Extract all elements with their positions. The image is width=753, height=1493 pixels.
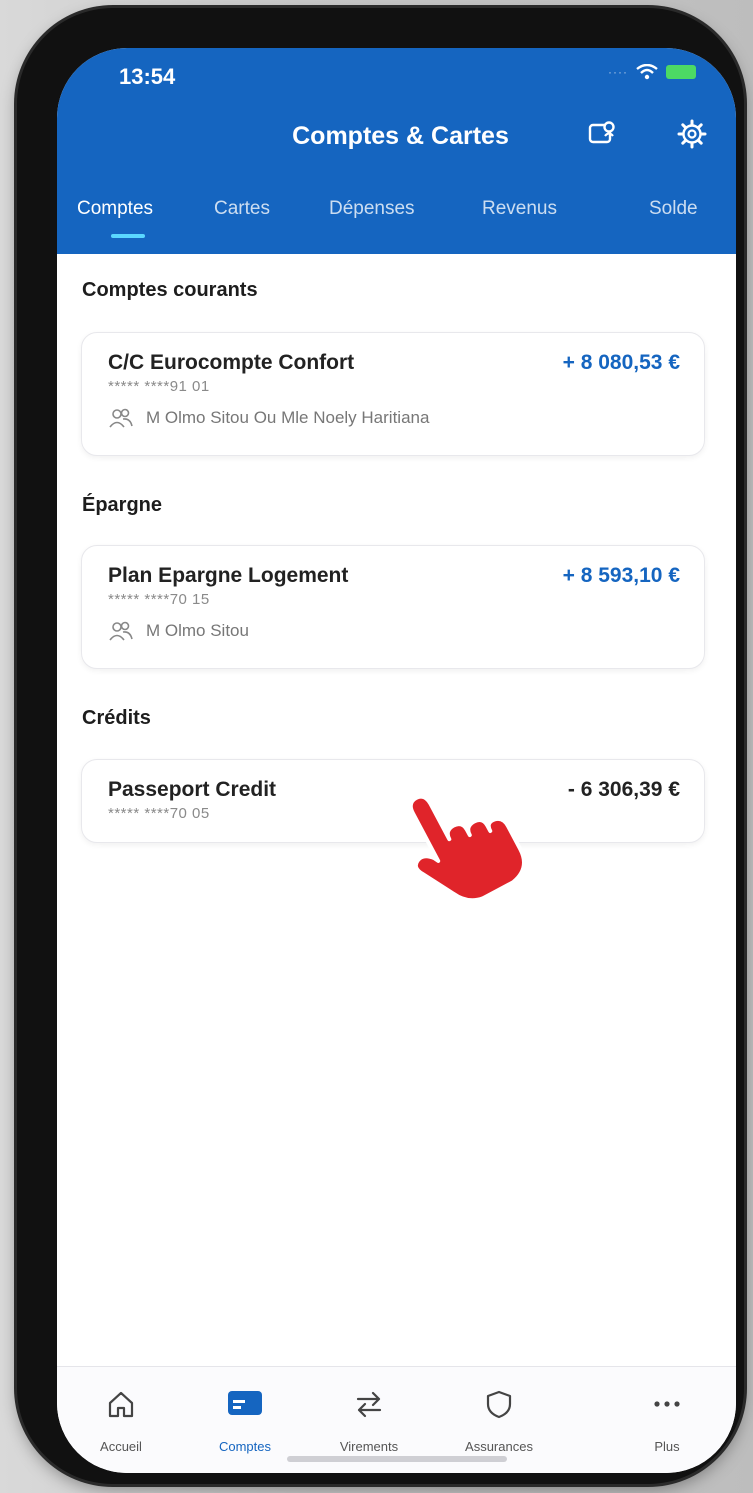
- tab-solde[interactable]: Solde: [649, 198, 698, 220]
- holder-name: M Olmo Sitou Ou Mle Noely Haritiana: [146, 408, 430, 427]
- card-icon: [228, 1391, 262, 1415]
- section-title-epargne: Épargne: [82, 494, 163, 516]
- shield-icon: [486, 1390, 512, 1419]
- tab-depenses[interactable]: Dépenses: [329, 198, 415, 220]
- account-holder: M Olmo Sitou Ou Mle Noely Haritiana: [108, 407, 429, 429]
- pointer-hand-icon: [408, 794, 522, 903]
- status-icons: ····: [608, 64, 696, 80]
- page-title: Comptes & Cartes: [292, 122, 509, 150]
- tab-comptes[interactable]: Comptes: [77, 198, 153, 220]
- account-card-eurocompte[interactable]: C/C Eurocompte Confort + 8 080,53 € ****…: [81, 332, 705, 456]
- tab-cartes[interactable]: Cartes: [214, 198, 270, 220]
- nav-label-plus: Plus: [654, 1439, 680, 1454]
- home-indicator: [287, 1456, 507, 1462]
- account-name: Plan Epargne Logement: [108, 564, 349, 587]
- app-screen: 13:54 ···· Comptes & Cartes Comptes Cart…: [57, 48, 736, 1473]
- more-icon: [654, 1401, 680, 1407]
- settings-gear-icon[interactable]: [674, 116, 710, 152]
- account-balance: + 8 593,10 €: [562, 564, 680, 587]
- signal-icon: ····: [608, 65, 628, 79]
- phone-frame: 13:54 ···· Comptes & Cartes Comptes Cart…: [17, 8, 744, 1484]
- section-title-comptes-courants: Comptes courants: [82, 279, 258, 301]
- nav-label-virements: Virements: [339, 1439, 399, 1454]
- account-number: ***** ****70 05: [108, 805, 210, 822]
- cards-security-icon[interactable]: [585, 116, 621, 152]
- nav-label-assurances: Assurances: [465, 1439, 533, 1454]
- home-icon: [108, 1391, 134, 1418]
- holder-name: M Olmo Sitou: [146, 621, 249, 640]
- account-number: ***** ****70 15: [108, 591, 210, 608]
- app-header: 13:54 ···· Comptes & Cartes Comptes Cart…: [57, 48, 736, 254]
- nav-label-accueil: Accueil: [100, 1439, 142, 1454]
- tab-bar: Comptes Cartes Dépenses Revenus Solde: [57, 198, 736, 254]
- wifi-icon: [636, 64, 658, 80]
- battery-icon: [666, 65, 696, 79]
- users-icon: [109, 408, 133, 428]
- users-icon: [109, 621, 133, 641]
- account-balance: - 6 306,39 €: [567, 778, 680, 801]
- transfer-icon: [356, 1391, 382, 1418]
- status-time: 13:54: [119, 64, 176, 89]
- account-name: C/C Eurocompte Confort: [108, 351, 355, 374]
- account-number: ***** ****91 01: [108, 378, 210, 395]
- nav-label-comptes: Comptes: [218, 1439, 272, 1454]
- account-card-pel[interactable]: Plan Epargne Logement + 8 593,10 € *****…: [81, 545, 705, 669]
- account-holder: M Olmo Sitou: [108, 620, 249, 642]
- section-title-credits: Crédits: [82, 707, 151, 729]
- tab-revenus[interactable]: Revenus: [482, 198, 557, 220]
- active-tab-indicator: [111, 234, 145, 238]
- account-balance: + 8 080,53 €: [562, 351, 680, 374]
- account-name: Passeport Credit: [108, 778, 277, 801]
